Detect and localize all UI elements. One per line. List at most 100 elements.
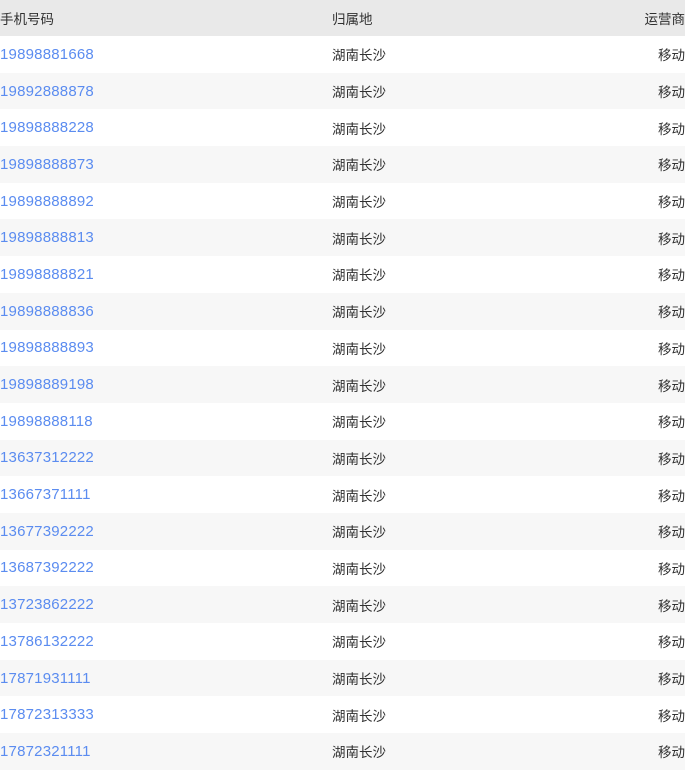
cell-carrier: 移动 — [622, 219, 685, 257]
cell-carrier: 移动 — [622, 146, 685, 183]
cell-region: 湖南长沙 — [332, 109, 622, 147]
table-body: 19898881668 湖南长沙 移动 19892888878 湖南长沙 移动 198988… — [0, 36, 685, 770]
table-row: 13786132222 湖南长沙 移动 — [0, 623, 685, 660]
cell-phone-number: 19898888821 — [0, 256, 332, 293]
table-row: 19898888118 湖南长沙 移动 — [0, 402, 685, 440]
cell-phone-number: 19898888118 — [0, 402, 332, 440]
cell-carrier: 移动 — [622, 549, 685, 587]
phone-number-table: 手机号码 归属地 运营商 19898881668 湖南长沙 移动 1989288887… — [0, 0, 685, 770]
table-row: 19898888813 湖南长沙 移动 — [0, 219, 685, 257]
phone-number-link[interactable]: 19898888892 — [0, 193, 94, 210]
table-row: 19898881668 湖南长沙 移动 — [0, 36, 685, 73]
cell-phone-number: 19898888892 — [0, 182, 332, 220]
table-row: 19898888821 湖南长沙 移动 — [0, 256, 685, 293]
table-row: 13687392222 湖南长沙 移动 — [0, 549, 685, 587]
cell-region: 湖南长沙 — [332, 36, 622, 73]
table-row: 19898888893 湖南长沙 移动 — [0, 329, 685, 367]
cell-phone-number: 13637312222 — [0, 439, 332, 477]
table-row: 13723862222 湖南长沙 移动 — [0, 586, 685, 623]
cell-phone-number: 17872313333 — [0, 696, 332, 734]
phone-number-link[interactable]: 13667371111 — [0, 486, 91, 503]
cell-region: 湖南长沙 — [332, 623, 622, 660]
cell-region: 湖南长沙 — [332, 256, 622, 293]
cell-region: 湖南长沙 — [332, 146, 622, 183]
cell-region: 湖南长沙 — [332, 549, 622, 587]
table-row: 13637312222 湖南长沙 移动 — [0, 439, 685, 477]
table-row: 13667371111 湖南长沙 移动 — [0, 476, 685, 513]
cell-region: 湖南长沙 — [332, 733, 622, 770]
cell-phone-number: 17871931111 — [0, 659, 332, 697]
phone-number-link[interactable]: 19898888836 — [0, 303, 94, 320]
table-row: 17872321111 湖南长沙 移动 — [0, 733, 685, 770]
phone-number-link[interactable]: 13723862222 — [0, 596, 94, 613]
cell-region: 湖南长沙 — [332, 329, 622, 367]
phone-number-link[interactable]: 19898888813 — [0, 229, 94, 246]
cell-region: 湖南长沙 — [332, 292, 622, 330]
cell-phone-number: 19898888228 — [0, 109, 332, 147]
phone-number-link[interactable]: 17871931111 — [0, 670, 91, 687]
cell-phone-number: 19892888878 — [0, 72, 332, 110]
table-row: 19898888228 湖南长沙 移动 — [0, 109, 685, 147]
cell-region: 湖南长沙 — [332, 659, 622, 697]
table-row: 17871931111 湖南长沙 移动 — [0, 659, 685, 697]
phone-number-link[interactable]: 17872321111 — [0, 743, 91, 760]
cell-carrier: 移动 — [622, 659, 685, 697]
phone-number-link[interactable]: 13677392222 — [0, 523, 94, 540]
cell-carrier: 移动 — [622, 366, 685, 403]
table-row: 19898888873 湖南长沙 移动 — [0, 146, 685, 183]
cell-phone-number: 19898881668 — [0, 36, 332, 73]
phone-number-link[interactable]: 19898888873 — [0, 156, 94, 173]
cell-carrier: 移动 — [622, 512, 685, 550]
cell-region: 湖南长沙 — [332, 512, 622, 550]
cell-phone-number: 19898888873 — [0, 146, 332, 183]
phone-number-link[interactable]: 19898881668 — [0, 46, 94, 63]
cell-region: 湖南长沙 — [332, 586, 622, 623]
cell-phone-number: 17872321111 — [0, 733, 332, 770]
cell-phone-number: 19898888893 — [0, 329, 332, 367]
phone-number-link[interactable]: 19898888893 — [0, 339, 94, 356]
cell-carrier: 移动 — [622, 476, 685, 513]
cell-region: 湖南长沙 — [332, 476, 622, 513]
table-row: 19898888836 湖南长沙 移动 — [0, 292, 685, 330]
column-header-carrier: 运营商 — [622, 0, 685, 36]
cell-carrier: 移动 — [622, 696, 685, 734]
cell-region: 湖南长沙 — [332, 182, 622, 220]
table-row: 19898889198 湖南长沙 移动 — [0, 366, 685, 403]
cell-region: 湖南长沙 — [332, 439, 622, 477]
cell-carrier: 移动 — [622, 182, 685, 220]
phone-number-link[interactable]: 19898888118 — [0, 413, 93, 430]
cell-phone-number: 13677392222 — [0, 512, 332, 550]
cell-carrier: 移动 — [622, 72, 685, 110]
phone-number-link[interactable]: 19892888878 — [0, 83, 94, 100]
phone-number-link[interactable]: 13637312222 — [0, 449, 94, 466]
cell-carrier: 移动 — [622, 586, 685, 623]
phone-number-link[interactable]: 17872313333 — [0, 706, 94, 723]
cell-carrier: 移动 — [622, 402, 685, 440]
phone-number-link[interactable]: 13687392222 — [0, 559, 94, 576]
column-header-phone-number: 手机号码 — [0, 0, 332, 36]
cell-carrier: 移动 — [622, 329, 685, 367]
phone-number-link[interactable]: 13786132222 — [0, 633, 94, 650]
table-row: 19892888878 湖南长沙 移动 — [0, 72, 685, 110]
cell-region: 湖南长沙 — [332, 366, 622, 403]
table-header: 手机号码 归属地 运营商 — [0, 0, 685, 36]
cell-region: 湖南长沙 — [332, 219, 622, 257]
cell-carrier: 移动 — [622, 292, 685, 330]
column-header-region: 归属地 — [332, 0, 622, 36]
cell-region: 湖南长沙 — [332, 72, 622, 110]
table-row: 17872313333 湖南长沙 移动 — [0, 696, 685, 734]
cell-carrier: 移动 — [622, 36, 685, 73]
cell-phone-number: 13687392222 — [0, 549, 332, 587]
table-header-row: 手机号码 归属地 运营商 — [0, 0, 685, 36]
cell-region: 湖南长沙 — [332, 696, 622, 734]
phone-number-link[interactable]: 19898888228 — [0, 119, 94, 136]
cell-carrier: 移动 — [622, 256, 685, 293]
cell-region: 湖南长沙 — [332, 402, 622, 440]
cell-phone-number: 19898889198 — [0, 366, 332, 403]
cell-phone-number: 19898888813 — [0, 219, 332, 257]
cell-phone-number: 13723862222 — [0, 586, 332, 623]
phone-number-link[interactable]: 19898888821 — [0, 266, 94, 283]
cell-carrier: 移动 — [622, 109, 685, 147]
cell-phone-number: 13786132222 — [0, 623, 332, 660]
phone-number-link[interactable]: 19898889198 — [0, 376, 94, 393]
